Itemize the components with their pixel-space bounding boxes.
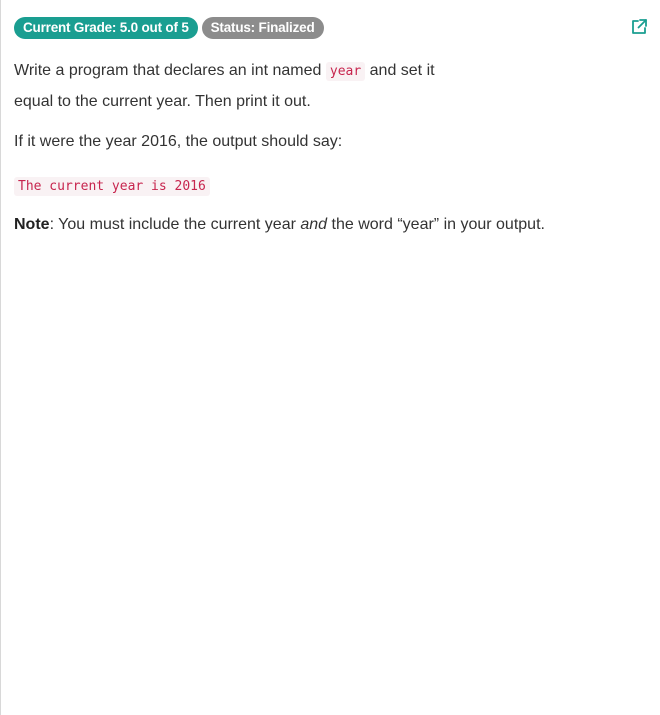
prompt-paragraph-2: If it were the year 2016, the output sho…: [14, 133, 343, 150]
grade-badge: Current Grade: 5.0 out of 5: [14, 17, 198, 39]
note-emphasis: and: [300, 216, 328, 233]
note-paragraph: Note: You must include the current year …: [14, 210, 624, 240]
example-output-line: The current year is 2016: [14, 171, 624, 202]
prompt-paragraph-1: Write a program that declares an int nam…: [14, 56, 474, 117]
status-badge: Status: Finalized: [201, 17, 324, 39]
external-link-icon[interactable]: [629, 17, 649, 37]
prompt-body: Write a program that declares an int nam…: [14, 56, 624, 240]
example-output-code: The current year is 2016: [14, 177, 210, 196]
prompt-text: Write a program that declares an int nam…: [14, 62, 322, 79]
assignment-panel: Current Grade: 5.0 out of 5 Status: Fina…: [0, 0, 660, 715]
note-label: Note: [14, 216, 50, 233]
badge-row: Current Grade: 5.0 out of 5 Status: Fina…: [14, 17, 324, 39]
inline-code-year: year: [325, 62, 366, 81]
note-text-2: the word “year” in your output.: [327, 216, 545, 233]
note-text-1: : You must include the current year: [49, 216, 301, 233]
